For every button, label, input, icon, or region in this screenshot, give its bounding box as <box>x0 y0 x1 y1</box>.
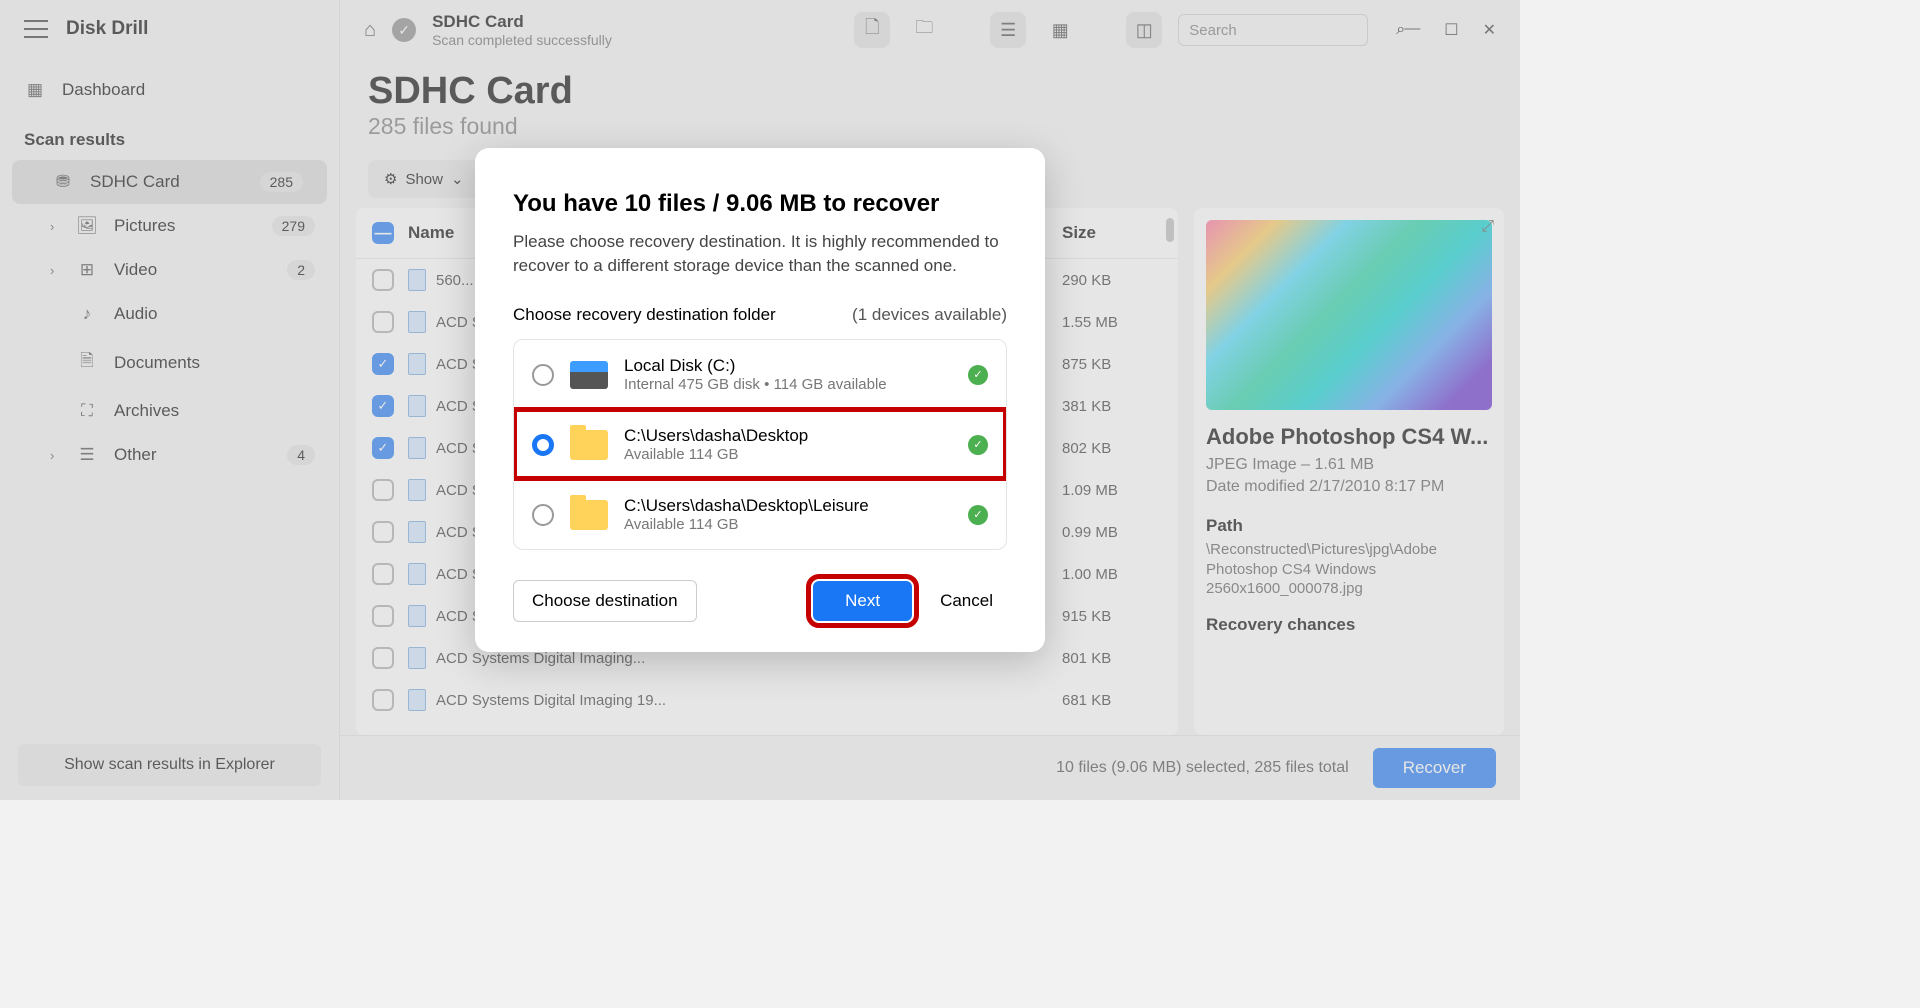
check-icon: ✓ <box>968 435 988 455</box>
destination-sub: Available 114 GB <box>624 446 952 463</box>
dialog-choose-label: Choose recovery destination folder <box>513 305 776 325</box>
destination-list: Local Disk (C:)Internal 475 GB disk • 11… <box>513 339 1007 550</box>
choose-destination-button[interactable]: Choose destination <box>513 580 697 622</box>
dialog-text: Please choose recovery destination. It i… <box>513 230 1007 278</box>
check-icon: ✓ <box>968 505 988 525</box>
dialog-backdrop: You have 10 files / 9.06 MB to recover P… <box>0 0 1520 800</box>
cancel-button[interactable]: Cancel <box>926 581 1007 621</box>
destination-radio[interactable] <box>532 504 554 526</box>
folder-icon <box>570 430 608 460</box>
next-button[interactable]: Next <box>813 581 912 621</box>
recovery-dialog: You have 10 files / 9.06 MB to recover P… <box>475 148 1045 653</box>
destination-sub: Internal 475 GB disk • 114 GB available <box>624 376 952 393</box>
check-icon: ✓ <box>968 365 988 385</box>
destination-name: C:\Users\dasha\Desktop\Leisure <box>624 496 952 516</box>
destination-sub: Available 114 GB <box>624 516 952 533</box>
destination-item[interactable]: C:\Users\dasha\Desktop\LeisureAvailable … <box>514 479 1006 549</box>
destination-name: C:\Users\dasha\Desktop <box>624 426 952 446</box>
destination-radio[interactable] <box>532 364 554 386</box>
destination-radio[interactable] <box>532 434 554 456</box>
destination-name: Local Disk (C:) <box>624 356 952 376</box>
dialog-title: You have 10 files / 9.06 MB to recover <box>513 190 1007 218</box>
destination-item[interactable]: Local Disk (C:)Internal 475 GB disk • 11… <box>514 340 1006 409</box>
drive-icon <box>570 361 608 389</box>
folder-icon <box>570 500 608 530</box>
destination-item[interactable]: C:\Users\dasha\DesktopAvailable 114 GB ✓ <box>514 409 1006 479</box>
dialog-devices-count: (1 devices available) <box>852 305 1007 325</box>
